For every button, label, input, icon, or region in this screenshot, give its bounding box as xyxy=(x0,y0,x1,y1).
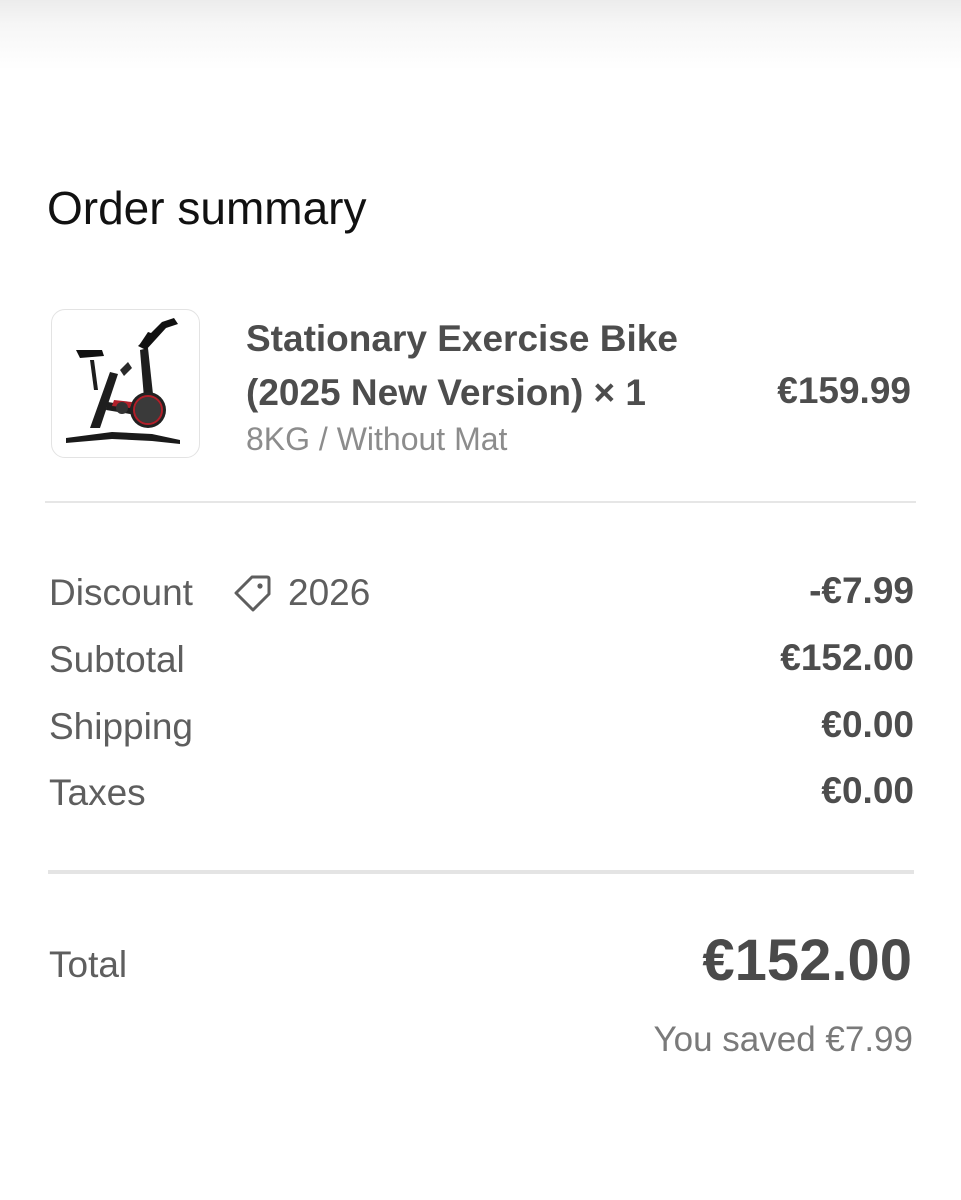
shipping-row: Shipping €0.00 xyxy=(49,702,914,752)
tag-icon xyxy=(234,575,271,612)
product-title: Stationary Exercise Bike (2025 New Versi… xyxy=(246,318,678,413)
taxes-row: Taxes €0.00 xyxy=(49,768,914,818)
product-variant: 8KG / Without Mat xyxy=(246,421,508,457)
subtotal-row: Subtotal €152.00 xyxy=(49,635,914,685)
discount-row: Discount 2026 -€7.99 xyxy=(49,568,914,618)
product-thumbnail xyxy=(51,309,200,458)
savings-note: You saved €7.99 xyxy=(653,1020,914,1059)
exercise-bike-icon xyxy=(66,318,180,444)
divider xyxy=(45,501,916,503)
top-shadow xyxy=(0,0,961,70)
product-price: €159.99 xyxy=(777,370,911,411)
page-title: Order summary xyxy=(47,182,367,234)
total-value: €152.00 xyxy=(702,928,912,993)
shipping-label: Shipping xyxy=(49,706,194,747)
shipping-value: €0.00 xyxy=(821,704,914,745)
taxes-label: Taxes xyxy=(49,772,146,813)
discount-code: 2026 xyxy=(288,572,371,613)
taxes-value: €0.00 xyxy=(821,770,914,811)
discount-label: Discount xyxy=(49,572,193,613)
subtotal-label: Subtotal xyxy=(49,639,185,680)
divider xyxy=(48,870,914,874)
total-label: Total xyxy=(49,944,128,985)
subtotal-value: €152.00 xyxy=(780,637,914,678)
discount-value: -€7.99 xyxy=(809,570,914,611)
